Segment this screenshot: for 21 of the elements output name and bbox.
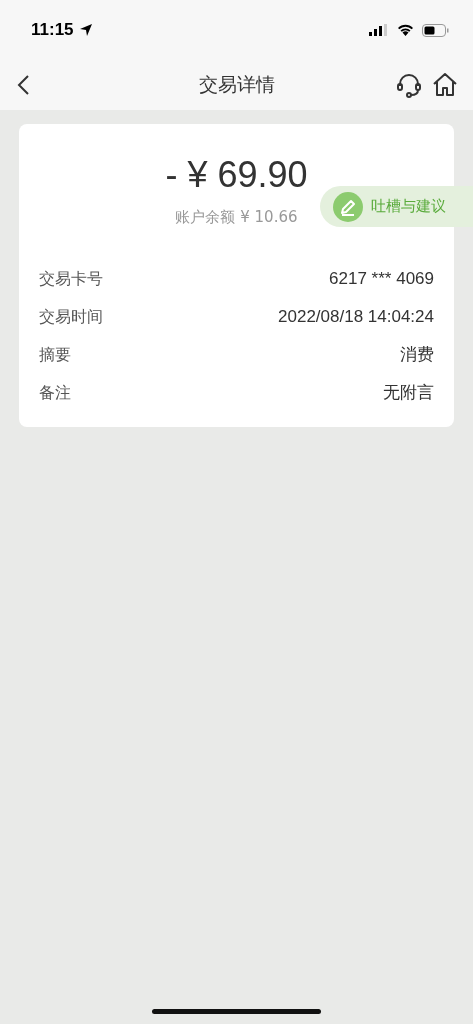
page-title: 交易详情 bbox=[198, 72, 275, 97]
detail-label: 交易时间 bbox=[39, 306, 103, 328]
detail-value: 无附言 bbox=[383, 382, 434, 404]
home-icon[interactable] bbox=[431, 71, 459, 99]
detail-value: 2022/08/18 14:04:24 bbox=[278, 306, 434, 328]
battery-icon bbox=[422, 23, 449, 37]
detail-label: 备注 bbox=[39, 382, 71, 404]
detail-label: 交易卡号 bbox=[39, 268, 103, 290]
pencil-icon bbox=[333, 191, 363, 222]
status-time: 11:15 bbox=[31, 20, 74, 40]
amount: - ¥ 69.90 bbox=[164, 154, 309, 196]
wifi-icon bbox=[397, 24, 414, 36]
detail-value: 消费 bbox=[400, 344, 434, 366]
balance: 账户余额 ¥ 10.66 bbox=[174, 208, 299, 227]
signal-icon bbox=[369, 24, 389, 36]
feedback-button[interactable]: 吐槽与建议 bbox=[320, 186, 473, 227]
headset-icon[interactable] bbox=[395, 71, 423, 99]
back-button[interactable] bbox=[16, 74, 30, 96]
detail-label: 摘要 bbox=[39, 344, 71, 366]
location-arrow-icon bbox=[78, 23, 93, 37]
detail-value: 6217 *** 4069 bbox=[329, 268, 434, 290]
